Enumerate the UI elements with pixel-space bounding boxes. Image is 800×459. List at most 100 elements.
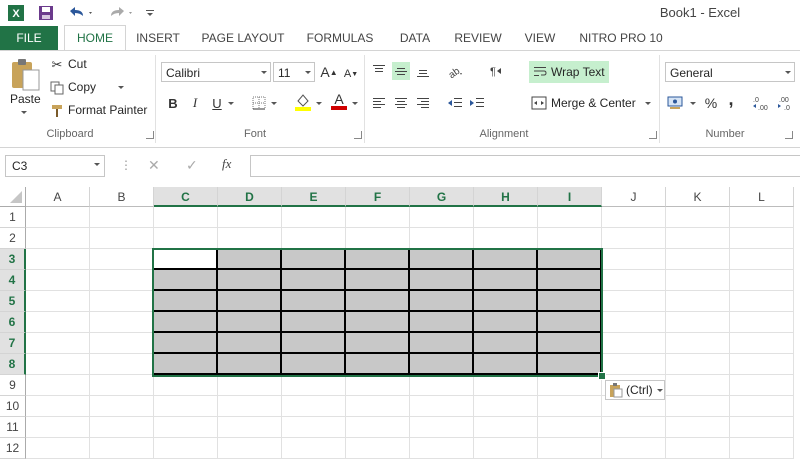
cell-e1[interactable]: [282, 207, 346, 228]
cell-d3[interactable]: [218, 249, 282, 270]
cell-h10[interactable]: [474, 396, 538, 417]
cell-i9[interactable]: [538, 375, 602, 396]
cell-b9[interactable]: [90, 375, 154, 396]
cell-k11[interactable]: [666, 417, 730, 438]
row-header-5[interactable]: 5: [0, 291, 26, 312]
borders-icon[interactable]: [250, 94, 268, 112]
cell-d7[interactable]: [218, 333, 282, 354]
cell-j12[interactable]: [602, 438, 666, 459]
cell-j5[interactable]: [602, 291, 666, 312]
column-header-j[interactable]: J: [602, 187, 666, 207]
insert-function-icon[interactable]: fx: [222, 156, 231, 172]
accounting-format-icon[interactable]: [667, 93, 685, 111]
cell-h7[interactable]: [474, 333, 538, 354]
cell-k8[interactable]: [666, 354, 730, 375]
cell-i8[interactable]: [538, 354, 602, 375]
increase-decimal-icon[interactable]: .0.00: [752, 94, 770, 112]
cell-a7[interactable]: [26, 333, 90, 354]
cell-h5[interactable]: [474, 291, 538, 312]
font-size-combo[interactable]: 11: [273, 62, 315, 82]
row-header-3[interactable]: 3: [0, 249, 26, 270]
cell-h2[interactable]: [474, 228, 538, 249]
column-header-i[interactable]: I: [538, 187, 602, 207]
percent-style-button[interactable]: %: [702, 94, 720, 112]
cell-l11[interactable]: [730, 417, 794, 438]
fill-handle[interactable]: [598, 372, 606, 380]
cell-j3[interactable]: [602, 249, 666, 270]
cell-g12[interactable]: [410, 438, 474, 459]
cell-l9[interactable]: [730, 375, 794, 396]
cell-d2[interactable]: [218, 228, 282, 249]
alignment-launcher-icon[interactable]: [649, 131, 657, 139]
undo-icon[interactable]: [66, 3, 96, 23]
cell-e12[interactable]: [282, 438, 346, 459]
copy-dropdown-icon[interactable]: [118, 86, 124, 89]
cell-k4[interactable]: [666, 270, 730, 291]
grow-font-icon[interactable]: A ▲: [320, 63, 338, 81]
cell-l6[interactable]: [730, 312, 794, 333]
cell-k5[interactable]: [666, 291, 730, 312]
cell-a11[interactable]: [26, 417, 90, 438]
column-header-b[interactable]: B: [90, 187, 154, 207]
column-header-e[interactable]: E: [282, 187, 346, 207]
cell-d11[interactable]: [218, 417, 282, 438]
cell-c11[interactable]: [154, 417, 218, 438]
cell-e10[interactable]: [282, 396, 346, 417]
cell-b11[interactable]: [90, 417, 154, 438]
cell-j8[interactable]: [602, 354, 666, 375]
column-header-h[interactable]: H: [474, 187, 538, 207]
name-box[interactable]: C3: [5, 155, 105, 177]
cell-f1[interactable]: [346, 207, 410, 228]
cell-e3[interactable]: [282, 249, 346, 270]
cell-e7[interactable]: [282, 333, 346, 354]
row-header-1[interactable]: 1: [0, 207, 26, 228]
font-name-combo[interactable]: Calibri: [161, 62, 271, 82]
name-box-dropdown-icon[interactable]: [94, 163, 100, 166]
shrink-font-icon[interactable]: A ▼: [342, 65, 360, 83]
align-left-icon[interactable]: [370, 94, 388, 112]
cell-f11[interactable]: [346, 417, 410, 438]
cell-g3[interactable]: [410, 249, 474, 270]
cell-d6[interactable]: [218, 312, 282, 333]
cell-g10[interactable]: [410, 396, 474, 417]
column-header-f[interactable]: F: [346, 187, 410, 207]
cell-l5[interactable]: [730, 291, 794, 312]
cell-d8[interactable]: [218, 354, 282, 375]
column-header-a[interactable]: A: [26, 187, 90, 207]
cell-a10[interactable]: [26, 396, 90, 417]
tab-data[interactable]: DATA: [390, 26, 440, 50]
increase-indent-icon[interactable]: [468, 94, 486, 112]
cell-h4[interactable]: [474, 270, 538, 291]
column-header-c[interactable]: C: [154, 187, 218, 207]
cell-i5[interactable]: [538, 291, 602, 312]
cell-c1[interactable]: [154, 207, 218, 228]
cell-f5[interactable]: [346, 291, 410, 312]
cell-e2[interactable]: [282, 228, 346, 249]
cell-j6[interactable]: [602, 312, 666, 333]
cell-g11[interactable]: [410, 417, 474, 438]
cell-e11[interactable]: [282, 417, 346, 438]
cell-f8[interactable]: [346, 354, 410, 375]
cell-k10[interactable]: [666, 396, 730, 417]
align-right-icon[interactable]: [414, 94, 432, 112]
underline-dropdown-icon[interactable]: [228, 102, 234, 105]
cell-k3[interactable]: [666, 249, 730, 270]
cell-d1[interactable]: [218, 207, 282, 228]
row-header-12[interactable]: 12: [0, 438, 26, 459]
cell-b4[interactable]: [90, 270, 154, 291]
tab-insert[interactable]: INSERT: [128, 26, 188, 50]
cut-button[interactable]: Cut: [68, 57, 87, 71]
decrease-decimal-icon[interactable]: .00.0: [776, 94, 794, 112]
column-header-g[interactable]: G: [410, 187, 474, 207]
merge-center-icon[interactable]: [530, 94, 548, 112]
cell-j2[interactable]: [602, 228, 666, 249]
number-format-combo[interactable]: General: [665, 62, 795, 82]
cell-k6[interactable]: [666, 312, 730, 333]
cell-j4[interactable]: [602, 270, 666, 291]
cell-a4[interactable]: [26, 270, 90, 291]
middle-align-icon[interactable]: [392, 62, 410, 80]
cell-l12[interactable]: [730, 438, 794, 459]
cell-b12[interactable]: [90, 438, 154, 459]
row-header-4[interactable]: 4: [0, 270, 26, 291]
cell-j1[interactable]: [602, 207, 666, 228]
